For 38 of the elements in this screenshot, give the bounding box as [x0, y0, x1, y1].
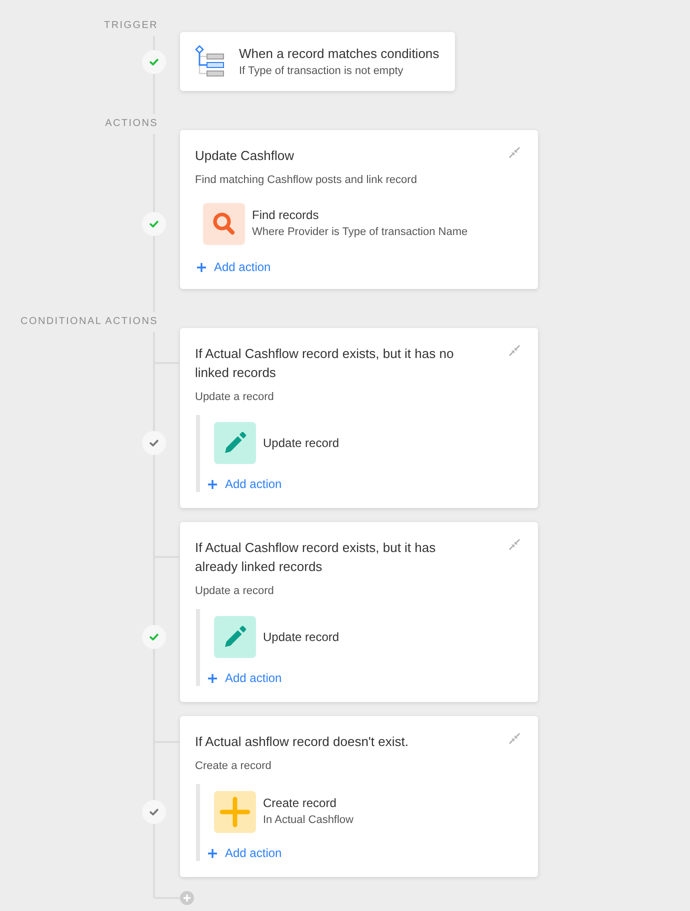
collapse-arrows-icon[interactable] — [509, 147, 520, 158]
collapse-arrows-icon[interactable] — [509, 345, 520, 356]
action-title[interactable]: Find records — [252, 207, 319, 224]
plus-circle-icon[interactable] — [180, 891, 194, 905]
trigger-condition: If Type of transaction is not empty — [239, 64, 404, 79]
plus-icon — [208, 480, 217, 488]
action-title[interactable]: Update record — [263, 628, 340, 646]
pencil-icon — [214, 616, 256, 658]
add-action-link[interactable]: Add action — [197, 259, 271, 275]
plus-icon — [214, 791, 256, 833]
trigger-title: When a record matches conditions — [239, 45, 440, 63]
action-detail: In Actual Cashflow — [263, 813, 354, 828]
section-label: CONDITIONAL ACTIONS — [20, 316, 158, 328]
add-action-link[interactable]: Add action — [208, 476, 282, 492]
trigger-card[interactable]: When a record matches conditions If Type of transaction is not empty — [180, 32, 456, 91]
plus-icon — [208, 674, 217, 682]
plus-icon — [208, 848, 217, 858]
step-title: Update Cashflow — [195, 147, 294, 165]
tree-diagram-icon — [195, 45, 225, 78]
step-title: If Actual ashflow record doesn't exist. — [195, 733, 408, 751]
action-title[interactable]: Update record — [263, 434, 340, 452]
step-description: Update a record — [195, 584, 274, 599]
action-detail: Where Provider is Type of transaction Name — [252, 225, 468, 240]
section-label: TRIGGER — [104, 20, 158, 32]
collapse-arrows-icon[interactable] — [509, 539, 520, 550]
step-title: If Actual Cashflow record exists, but it has no linked records — [195, 345, 455, 382]
section-label: ACTIONS — [105, 118, 158, 130]
step-description: Update a record — [195, 390, 274, 405]
step-title: If Actual Cashflow record exists, but it has already linked records — [195, 539, 437, 576]
step-description: Find matching Cashflow posts and link record — [195, 173, 417, 188]
search-icon — [203, 203, 245, 245]
collapse-arrows-icon[interactable] — [509, 733, 520, 744]
pencil-icon — [214, 422, 256, 464]
plus-icon — [197, 262, 206, 272]
action-title[interactable]: Create record — [263, 795, 336, 812]
step-description: Create a record — [195, 759, 272, 774]
add-action-link[interactable]: Add action — [208, 670, 282, 686]
add-action-link[interactable]: Add action — [208, 845, 282, 861]
